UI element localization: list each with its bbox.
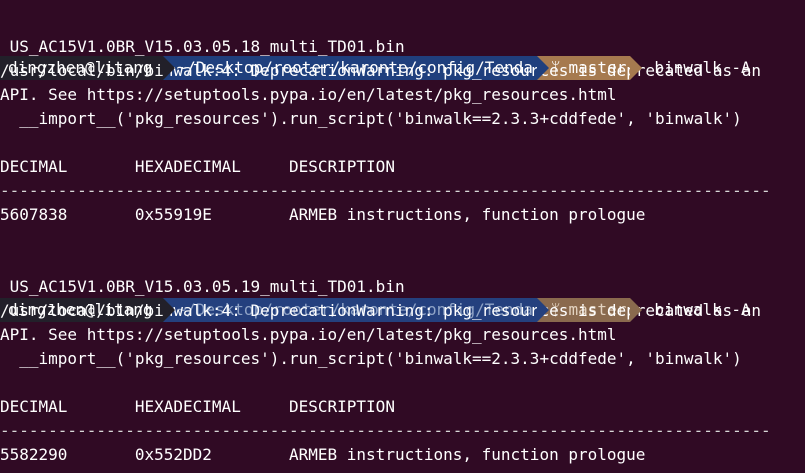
warning-line: __import__('pkg_resources').run_script('… xyxy=(0,349,742,368)
table-row: 5607838 0x55919E ARMEB instructions, fun… xyxy=(0,205,646,224)
warning-line: API. See https://setuptools.pypa.io/en/l… xyxy=(0,325,617,344)
table-row: 5582290 0x552DD2 ARMEB instructions, fun… xyxy=(0,445,646,464)
warning-line: /usr/local/bin/binwalk:4: DeprecationWar… xyxy=(0,61,761,80)
table-separator: ----------------------------------------… xyxy=(0,181,771,200)
warning-line: __import__('pkg_resources').run_script('… xyxy=(0,109,742,128)
powerline-arrow-icon xyxy=(162,298,175,322)
warning-line: /usr/local/bin/binwalk:4: DeprecationWar… xyxy=(0,301,761,320)
table-header: DECIMAL HEXADECIMAL DESCRIPTION xyxy=(0,397,395,416)
command-continuation: US_AC15V1.0BR_V15.03.05.18_multi_TD01.bi… xyxy=(0,37,405,56)
powerline-arrow-icon xyxy=(536,298,549,322)
terminal-window[interactable]: dingzhen@litang ~/Desktop/rooter/karonte… xyxy=(0,0,805,473)
command-continuation: US_AC15V1.0BR_V15.03.05.19_multi_TD01.bi… xyxy=(0,277,405,296)
powerline-arrow-icon xyxy=(630,298,643,322)
powerline-arrow-icon xyxy=(162,56,175,80)
prompt-line: dingzhen@litang ~/Desktop/rooter/karonte… xyxy=(0,8,805,80)
powerline-arrow-icon xyxy=(630,56,643,80)
powerline-arrow-icon xyxy=(536,56,549,80)
table-separator: ----------------------------------------… xyxy=(0,421,771,440)
prompt-line: dingzhen@litang ~/Desktop/rooter/karonte… xyxy=(0,250,805,322)
table-header: DECIMAL HEXADECIMAL DESCRIPTION xyxy=(0,157,395,176)
warning-line: API. See https://setuptools.pypa.io/en/l… xyxy=(0,85,617,104)
